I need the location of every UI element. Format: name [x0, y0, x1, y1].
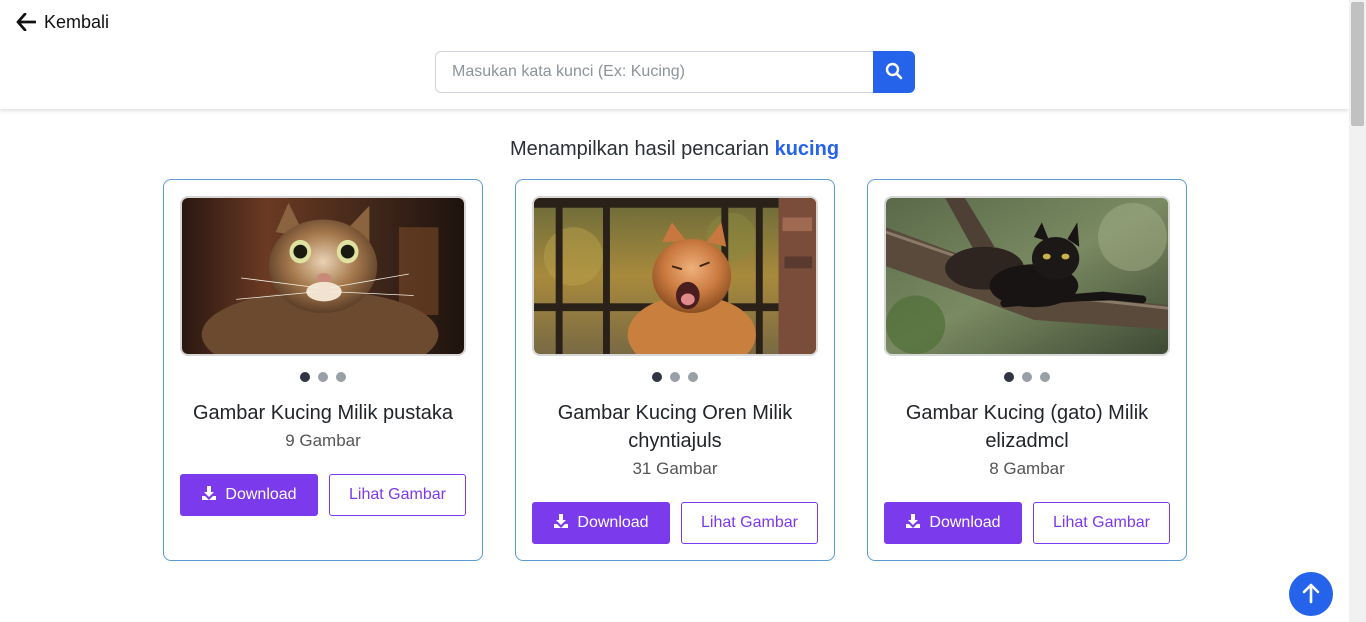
- results-heading: Menampilkan hasil pencarian kucing: [0, 138, 1349, 161]
- card-actions: Download Lihat Gambar: [180, 474, 466, 516]
- download-icon: [201, 485, 217, 506]
- view-images-label: Lihat Gambar: [1053, 514, 1150, 531]
- carousel-dot[interactable]: [1040, 372, 1050, 382]
- image-count: 8 Gambar: [989, 459, 1065, 478]
- carousel-indicators: [516, 372, 834, 382]
- download-icon: [553, 513, 569, 534]
- back-label: Kembali: [44, 11, 110, 32]
- page-scrollbar[interactable]: [1349, 0, 1366, 622]
- carousel-dot[interactable]: [318, 372, 328, 382]
- carousel-dot[interactable]: [688, 372, 698, 382]
- results-keyword: kucing: [774, 138, 840, 160]
- results-prefix: Menampilkan hasil pencarian: [509, 138, 770, 160]
- download-icon: [905, 513, 921, 534]
- view-images-button[interactable]: Lihat Gambar: [681, 502, 818, 544]
- search-bar: [435, 51, 915, 93]
- download-button[interactable]: Download: [884, 502, 1022, 544]
- album-card: Gambar Kucing Milik pustaka 9 Gambar Dow…: [163, 179, 483, 561]
- back-link[interactable]: Kembali: [16, 10, 109, 34]
- album-image[interactable]: [180, 196, 466, 356]
- album-card: Gambar Kucing Oren Milik chyntiajuls 31 …: [515, 179, 835, 561]
- card-actions: Download Lihat Gambar: [884, 502, 1170, 544]
- view-images-button[interactable]: Lihat Gambar: [1033, 502, 1170, 544]
- image-count: 9 Gambar: [285, 431, 361, 450]
- scroll-to-top-button[interactable]: [1289, 572, 1333, 616]
- view-images-label: Lihat Gambar: [349, 486, 446, 503]
- search-input[interactable]: [435, 51, 873, 93]
- image-count: 31 Gambar: [632, 459, 718, 478]
- album-title: Gambar Kucing Oren Milik chyntiajuls: [557, 402, 793, 452]
- carousel-dot[interactable]: [670, 372, 680, 382]
- download-label: Download: [929, 514, 1001, 531]
- album-card: Gambar Kucing (gato) Milik elizadmcl 8 G…: [867, 179, 1187, 561]
- download-button[interactable]: Download: [532, 502, 670, 544]
- card-actions: Download Lihat Gambar: [532, 502, 818, 544]
- album-title: Gambar Kucing Milik pustaka: [192, 402, 454, 424]
- carousel-indicators: [164, 372, 482, 382]
- carousel-dot[interactable]: [300, 372, 310, 382]
- carousel-indicators: [868, 372, 1186, 382]
- search-button[interactable]: [873, 51, 915, 93]
- card-title-block: Gambar Kucing Milik pustaka 9 Gambar: [180, 399, 466, 455]
- arrow-up-icon: [1301, 582, 1321, 607]
- album-title: Gambar Kucing (gato) Milik elizadmcl: [905, 402, 1149, 452]
- view-images-label: Lihat Gambar: [701, 514, 798, 531]
- search-icon: [885, 62, 903, 83]
- album-image[interactable]: [532, 196, 818, 356]
- download-label: Download: [577, 514, 649, 531]
- carousel-dot[interactable]: [1004, 372, 1014, 382]
- carousel-dot[interactable]: [336, 372, 346, 382]
- carousel-dot[interactable]: [652, 372, 662, 382]
- download-label: Download: [225, 486, 297, 503]
- top-header: Kembali: [0, 0, 1349, 109]
- view-images-button[interactable]: Lihat Gambar: [329, 474, 466, 516]
- card-title-block: Gambar Kucing (gato) Milik elizadmcl 8 G…: [884, 399, 1170, 483]
- card-title-block: Gambar Kucing Oren Milik chyntiajuls 31 …: [532, 399, 818, 483]
- arrow-left-icon: [16, 13, 36, 31]
- carousel-dot[interactable]: [1022, 372, 1032, 382]
- scrollbar-thumb[interactable]: [1351, 2, 1364, 126]
- download-button[interactable]: Download: [180, 474, 318, 516]
- album-image[interactable]: [884, 196, 1170, 356]
